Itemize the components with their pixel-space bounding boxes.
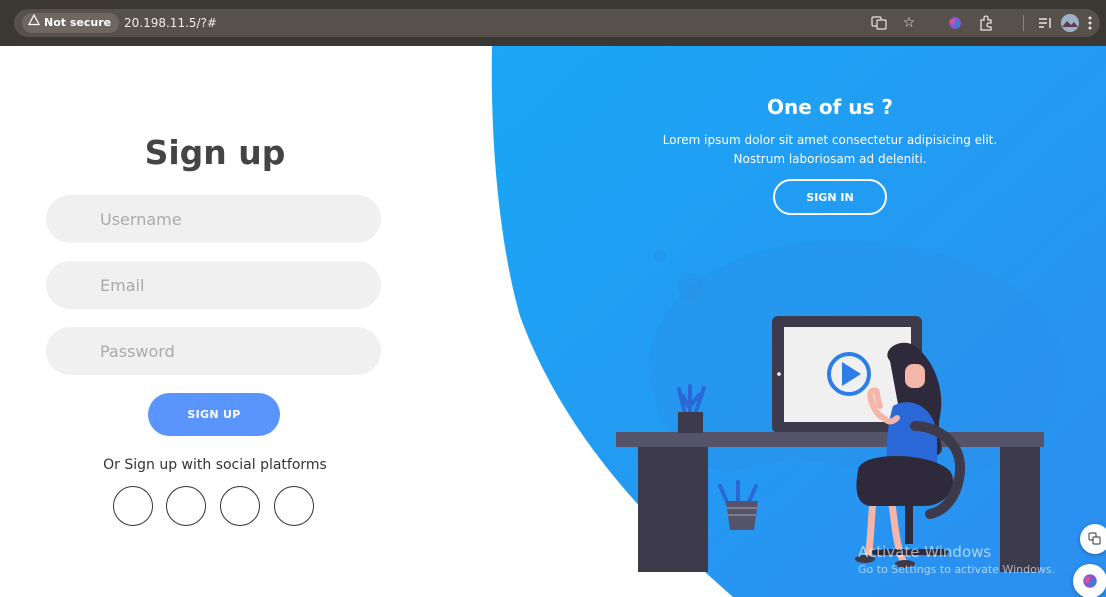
extension-float-icon[interactable] bbox=[1073, 564, 1106, 597]
monitor-illustration bbox=[772, 316, 922, 433]
social-button-1[interactable] bbox=[113, 486, 153, 526]
watermark-line2: Go to Settings to activate Windows. bbox=[858, 563, 1056, 576]
watermark-line1: Activate Windows bbox=[858, 543, 992, 561]
social-button-3[interactable] bbox=[220, 486, 260, 526]
desk-plant-illustration bbox=[677, 384, 706, 433]
profile-avatar[interactable] bbox=[1060, 13, 1080, 33]
username-input[interactable] bbox=[46, 195, 381, 243]
toolbar-separator bbox=[1023, 15, 1024, 31]
extension-icon[interactable] bbox=[945, 13, 965, 33]
activation-watermark: Activate Windows Go to Settings to activ… bbox=[858, 543, 1055, 576]
star-icon[interactable]: ☆ bbox=[899, 13, 919, 33]
signin-panel-content: One of us ? Lorem ipsum dolor sit amet c… bbox=[630, 95, 1030, 169]
security-label: Not secure bbox=[44, 16, 112, 29]
social-button-2[interactable] bbox=[166, 486, 206, 526]
reading-list-icon[interactable] bbox=[1035, 13, 1055, 33]
email-input[interactable] bbox=[46, 261, 381, 309]
menu-icon[interactable] bbox=[1080, 13, 1100, 33]
signup-button[interactable]: SIGN UP bbox=[148, 393, 280, 436]
bin-illustration bbox=[718, 480, 758, 530]
puzzle-icon[interactable] bbox=[976, 13, 996, 33]
translate-float-icon[interactable] bbox=[1080, 524, 1106, 554]
panel-text-line2: Nostrum laboriosam ad deleniti. bbox=[733, 152, 927, 166]
panel-text-line1: Lorem ipsum dolor sit amet consectetur a… bbox=[662, 133, 998, 147]
social-button-4[interactable] bbox=[274, 486, 314, 526]
password-input[interactable] bbox=[46, 327, 381, 375]
translate-icon[interactable] bbox=[869, 13, 889, 33]
browser-toolbar: Not secure 20.198.11.5/?# ☆ bbox=[0, 0, 1106, 46]
address-bar[interactable]: Not secure 20.198.11.5/?# ☆ bbox=[14, 9, 1100, 37]
social-text: Or Sign up with social platforms bbox=[103, 457, 327, 473]
play-icon bbox=[827, 352, 871, 396]
signin-button[interactable]: SIGN IN bbox=[773, 179, 887, 215]
security-chip[interactable]: Not secure bbox=[22, 13, 120, 33]
panel-title: One of us ? bbox=[767, 95, 893, 119]
signup-title: Sign up bbox=[144, 133, 286, 172]
warning-icon bbox=[28, 13, 40, 33]
woman-illustration bbox=[855, 342, 966, 568]
url-text[interactable]: 20.198.11.5/?# bbox=[124, 9, 217, 37]
